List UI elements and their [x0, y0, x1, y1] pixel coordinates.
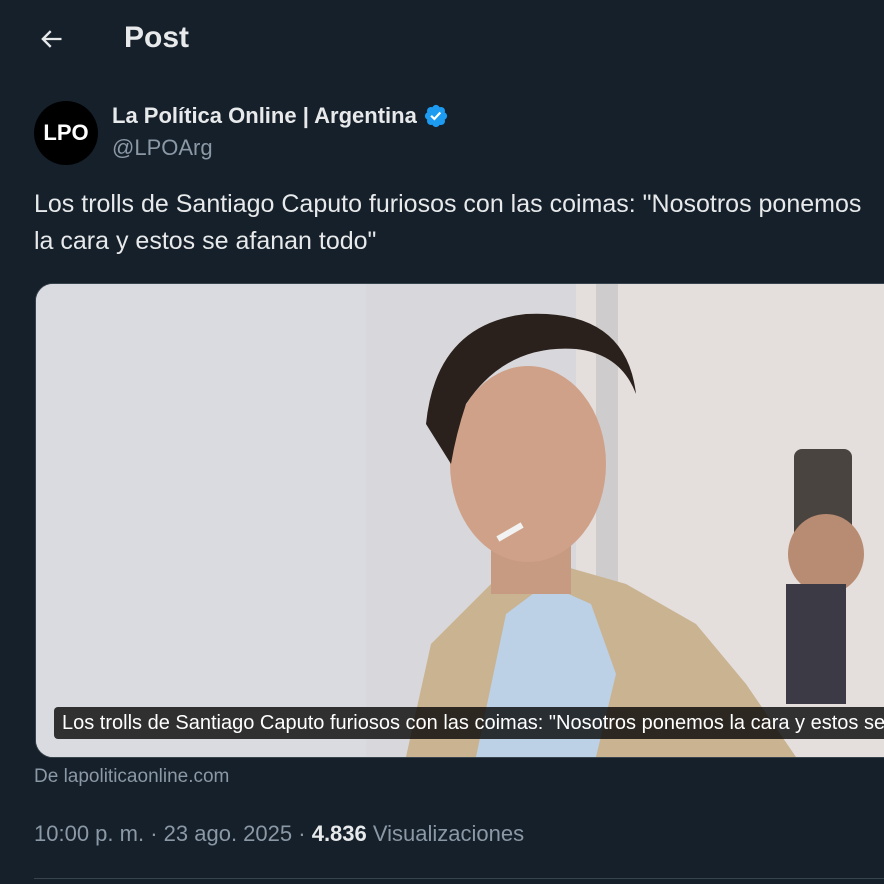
post-meta: 10:00 p. m. · 23 ago. 2025 · 4.836 Visua…	[34, 818, 524, 850]
post-page: Post LPO La Política Online | Argentina …	[0, 0, 884, 884]
divider	[34, 878, 884, 879]
top-bar: Post	[0, 0, 884, 78]
card-source[interactable]: De lapoliticaonline.com	[34, 764, 229, 790]
back-button[interactable]	[30, 18, 72, 60]
arrow-left-icon	[41, 30, 62, 48]
page-title: Post	[124, 21, 190, 54]
tweet-text: Los trolls de Santiago Caputo furiosos c…	[34, 190, 862, 255]
post-time[interactable]: 10:00 p. m.	[34, 821, 144, 846]
author-name[interactable]: La Política Online | Argentina	[112, 101, 417, 131]
link-card[interactable]: Los trolls de Santiago Caputo furiosos c…	[35, 283, 884, 758]
post-date[interactable]: 23 ago. 2025	[164, 821, 292, 846]
avatar-text: LPO	[43, 120, 89, 145]
views-count: 4.836	[311, 821, 367, 846]
avatar[interactable]: LPO	[34, 101, 98, 165]
article-photo	[36, 284, 884, 757]
author-block: La Política Online | Argentina @LPOArg	[112, 101, 449, 163]
verified-badge-icon	[424, 104, 447, 128]
meta-separator: ·	[150, 821, 158, 846]
meta-separator: ·	[298, 821, 306, 846]
views-label: Visualizaciones	[372, 821, 525, 846]
author-handle[interactable]: @LPOArg	[112, 133, 449, 163]
card-caption: Los trolls de Santiago Caputo furiosos c…	[54, 707, 884, 739]
